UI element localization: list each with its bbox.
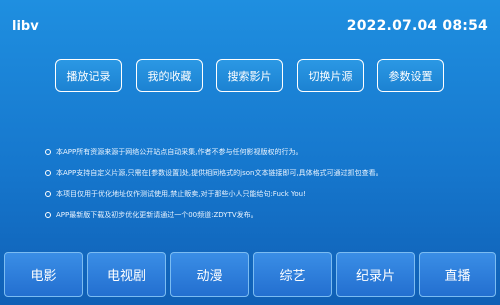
app-title: libv — [12, 19, 39, 34]
notice-text: 本APP所有资源来源于网络公开站点自动采集,作者不参与任何影视版权的行为。 — [56, 147, 303, 156]
clock: 2022.07.04 08:54 — [346, 18, 488, 34]
category-tv-series[interactable]: 电视剧 — [87, 252, 166, 297]
category-variety[interactable]: 综艺 — [253, 252, 332, 297]
notice-item: 本APP所有资源来源于网络公开站点自动采集,作者不参与任何影视版权的行为。 — [45, 141, 485, 162]
notice-text: 本项目仅用于优化地址仅作测试使用,禁止贩卖,对于那些小人只能给句:Fuck Yo… — [56, 189, 306, 198]
bullet-icon — [45, 148, 51, 155]
history-button[interactable]: 播放记录 — [55, 59, 122, 92]
category-movie[interactable]: 电影 — [4, 252, 83, 297]
category-documentary[interactable]: 纪录片 — [336, 252, 415, 297]
bullet-icon — [45, 190, 51, 197]
notice-item: 本APP支持自定义片源,只需在[参数设置]处,提供相同格式的json文本链接即可… — [45, 162, 485, 183]
notice-text: APP最新版下载及初步优化更新请通过一个00频道:ZDYTV发布。 — [56, 210, 258, 219]
header-bar: libv 2022.07.04 08:54 — [0, 0, 500, 50]
switch-source-button[interactable]: 切换片源 — [297, 59, 364, 92]
settings-button[interactable]: 参数设置 — [377, 59, 444, 92]
bullet-icon — [45, 211, 51, 218]
category-live[interactable]: 直播 — [419, 252, 496, 297]
notice-list: 本APP所有资源来源于网络公开站点自动采集,作者不参与任何影视版权的行为。 本A… — [45, 141, 485, 225]
search-button[interactable]: 搜索影片 — [216, 59, 283, 92]
category-bar: 电影 电视剧 动漫 综艺 纪录片 直播 — [0, 252, 500, 302]
notice-item: 本项目仅用于优化地址仅作测试使用,禁止贩卖,对于那些小人只能给句:Fuck Yo… — [45, 183, 485, 204]
notice-item: APP最新版下载及初步优化更新请通过一个00频道:ZDYTV发布。 — [45, 204, 485, 225]
category-anime[interactable]: 动漫 — [170, 252, 249, 297]
favorites-button[interactable]: 我的收藏 — [136, 59, 203, 92]
notice-text: 本APP支持自定义片源,只需在[参数设置]处,提供相同格式的json文本链接即可… — [56, 168, 383, 177]
bullet-icon — [45, 169, 51, 176]
